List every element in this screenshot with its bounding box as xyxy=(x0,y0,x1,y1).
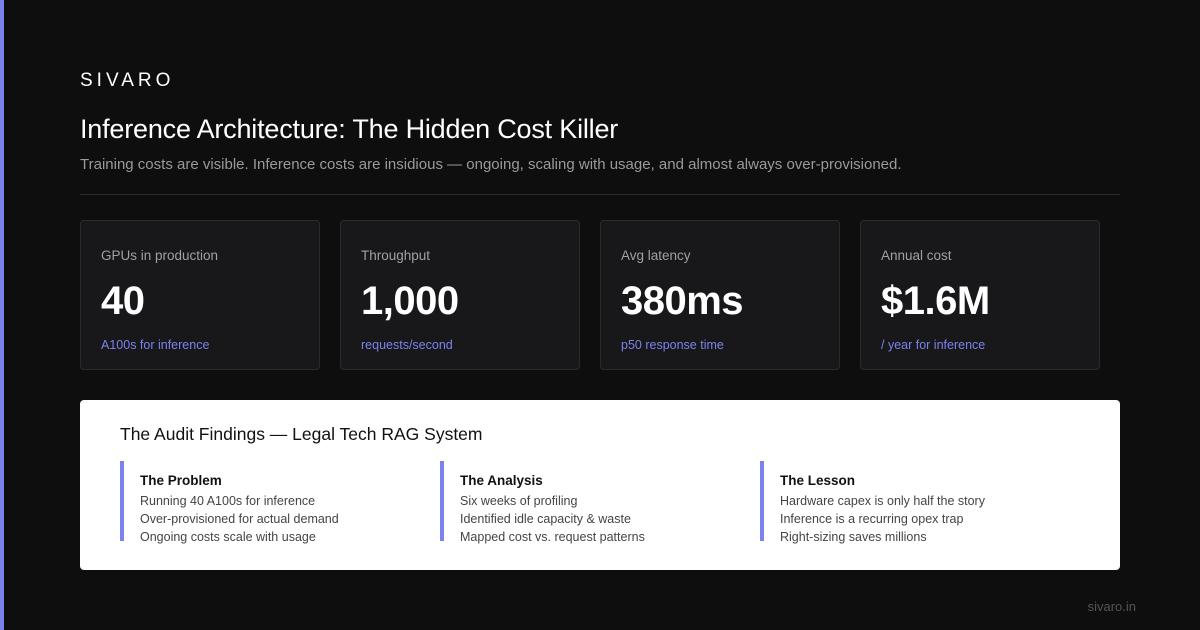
stat-subtext: p50 response time xyxy=(621,338,724,352)
stats-row: GPUs in production 40 A100s for inferenc… xyxy=(80,220,1100,370)
stat-label: Avg latency xyxy=(621,248,691,263)
stat-label: Throughput xyxy=(361,248,431,263)
page-subtitle: Training costs are visible. Inference co… xyxy=(80,156,902,173)
list-item: Over-provisioned for actual demand xyxy=(140,512,339,526)
findings-column-lesson: The Lesson Hardware capex is only half t… xyxy=(760,461,1080,544)
column-list: Six weeks of profiling Identified idle c… xyxy=(460,492,760,546)
column-list: Hardware capex is only half the story In… xyxy=(780,492,1080,546)
list-item: Hardware capex is only half the story xyxy=(780,494,985,508)
page: SIVARO Inference Architecture: The Hidde… xyxy=(0,0,1200,630)
list-item: Right-sizing saves millions xyxy=(780,530,927,544)
stat-subtext: requests/second xyxy=(361,338,453,352)
column-title: The Analysis xyxy=(460,473,543,488)
list-item: Mapped cost vs. request patterns xyxy=(460,530,645,544)
stat-card-annual-cost: Annual cost $1.6M / year for inference xyxy=(860,220,1100,370)
stat-subtext: A100s for inference xyxy=(101,338,210,352)
stat-label: GPUs in production xyxy=(101,248,219,263)
list-item: Identified idle capacity & waste xyxy=(460,512,631,526)
divider xyxy=(80,194,1120,195)
column-title: The Problem xyxy=(140,473,222,488)
stat-value: 40 xyxy=(101,279,145,323)
stat-label: Annual cost xyxy=(881,248,952,263)
stat-value: 1,000 xyxy=(361,279,459,323)
stat-card-latency: Avg latency 380ms p50 response time xyxy=(600,220,840,370)
list-item: Running 40 A100s for inference xyxy=(140,494,316,508)
findings-columns: The Problem Running 40 A100s for inferen… xyxy=(120,461,1080,544)
findings-panel: The Audit Findings — Legal Tech RAG Syst… xyxy=(80,400,1120,570)
column-title: The Lesson xyxy=(780,473,856,488)
stat-card-throughput: Throughput 1,000 requests/second xyxy=(340,220,580,370)
column-list: Running 40 A100s for inference Over-prov… xyxy=(140,492,440,546)
list-item: Inference is a recurring opex trap xyxy=(780,512,964,526)
list-item: Ongoing costs scale with usage xyxy=(140,530,316,544)
brand-logo: SIVARO xyxy=(80,70,175,91)
stat-card-gpus: GPUs in production 40 A100s for inferenc… xyxy=(80,220,320,370)
stat-value: 380ms xyxy=(621,279,744,323)
findings-column-analysis: The Analysis Six weeks of profiling Iden… xyxy=(440,461,760,544)
accent-bar xyxy=(0,0,4,630)
findings-title: The Audit Findings — Legal Tech RAG Syst… xyxy=(120,424,483,444)
page-title: Inference Architecture: The Hidden Cost … xyxy=(80,114,619,144)
stat-subtext: / year for inference xyxy=(881,338,986,352)
list-item: Six weeks of profiling xyxy=(460,494,578,508)
stat-value: $1.6M xyxy=(881,279,990,323)
findings-column-problem: The Problem Running 40 A100s for inferen… xyxy=(120,461,440,544)
footer-url[interactable]: sivaro.in xyxy=(1088,599,1136,614)
